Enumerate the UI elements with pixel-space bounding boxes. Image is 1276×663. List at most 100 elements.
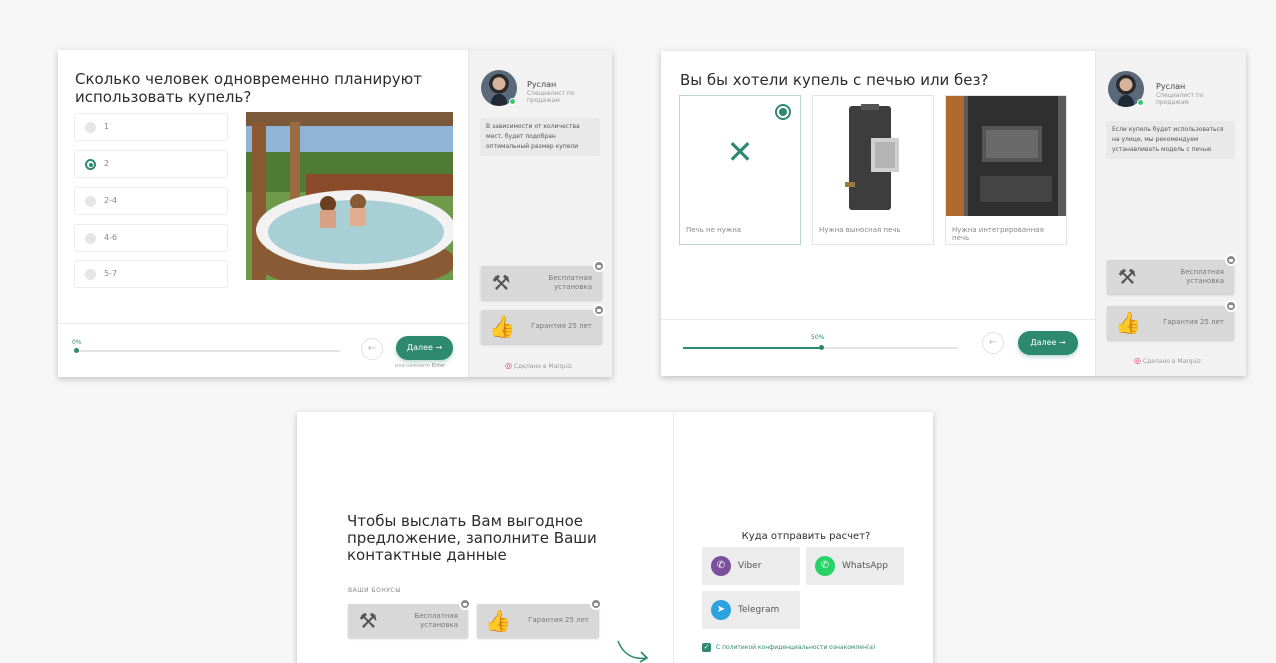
- bonus-warranty: 👍 Гарантия 25 лет: [481, 304, 605, 344]
- online-indicator: [1137, 99, 1144, 106]
- messenger-label: Viber: [738, 561, 762, 571]
- messenger-label: Telegram: [738, 605, 780, 615]
- manager-message: Если купель будет использоваться на улиц…: [1106, 121, 1235, 159]
- option-integrated-stove[interactable]: Нужна интегрированная печь: [945, 95, 1067, 245]
- hint-key: Enter: [431, 363, 446, 369]
- option-1[interactable]: 1: [74, 113, 228, 141]
- radio-button[interactable]: [85, 233, 96, 244]
- tools-icon: ⚒: [358, 609, 378, 633]
- option-label: Печь не нужна: [686, 226, 742, 234]
- bonuses-label: ВАШИ БОНУСЫ: [348, 587, 402, 594]
- made-in-marquiz[interactable]: ◎ Сделано в Marquiz: [505, 361, 572, 370]
- send-title: Куда отправить расчет?: [741, 531, 871, 542]
- option-2[interactable]: 2: [74, 150, 228, 178]
- thumbs-up-icon: 👍: [485, 609, 512, 633]
- next-button[interactable]: Далее →: [1018, 331, 1078, 355]
- progress-knob: [818, 345, 824, 350]
- contact-title: Чтобы выслать Вам выгодное предложение, …: [347, 512, 597, 564]
- lock-icon: [593, 260, 605, 272]
- back-button[interactable]: ←: [982, 332, 1004, 354]
- radio-button-selected[interactable]: [775, 104, 791, 120]
- contact-form-card: Чтобы выслать Вам выгодное предложение, …: [297, 412, 933, 663]
- bonus-free-install: ⚒ Бесплатная установка: [481, 260, 605, 300]
- progress-label: 50%: [811, 334, 825, 341]
- manager-name: Руслан: [1156, 82, 1186, 91]
- option-label: Нужна выносная печь: [819, 226, 901, 234]
- thumbs-up-icon: 👍: [1115, 311, 1142, 335]
- marquiz-logo-icon: ◎: [505, 361, 512, 370]
- question-title: Сколько человек одновременно планируют и…: [75, 70, 423, 106]
- manager-role: Специалист по продажам: [527, 90, 575, 104]
- radio-button-selected[interactable]: [85, 159, 96, 170]
- bonus-warranty: 👍 Гарантия 25 лет: [477, 598, 602, 638]
- thumbs-up-icon: 👍: [489, 315, 516, 339]
- progress-bar: [74, 348, 340, 353]
- option-4-6[interactable]: 4-6: [74, 224, 228, 252]
- viber-button[interactable]: ✆ Viber: [702, 547, 800, 585]
- hot-tub-photo: [246, 112, 453, 280]
- manager-message: В зависимости от количества мест, будет …: [480, 118, 600, 156]
- whatsapp-button[interactable]: ✆ WhatsApp: [806, 547, 904, 585]
- quiz-card-people: Сколько человек одновременно планируют и…: [58, 50, 612, 377]
- footer-divider: [661, 319, 1095, 320]
- online-indicator: [509, 98, 516, 105]
- manager-sidebar: Руслан Специалист по продажам Если купел…: [1095, 51, 1246, 376]
- lock-icon: [593, 304, 605, 316]
- lock-icon: [1225, 254, 1237, 266]
- question-title: Вы бы хотели купель с печью или без?: [680, 71, 989, 89]
- made-in-marquiz[interactable]: ◎ Сделано в Marquiz: [1134, 356, 1201, 365]
- made-in-label: Сделано в Marquiz: [1142, 358, 1202, 365]
- option-label: Нужна интегрированная печь: [952, 226, 1044, 242]
- lock-icon: [590, 598, 602, 610]
- contact-divider: [673, 412, 674, 663]
- telegram-icon: ➤: [711, 600, 731, 620]
- option-external-stove[interactable]: Нужна выносная печь: [812, 95, 934, 245]
- quiz-card-stove: Вы бы хотели купель с печью или без? ✕ П…: [661, 51, 1246, 376]
- option-2-4[interactable]: 2-4: [74, 187, 228, 215]
- telegram-button[interactable]: ➤ Telegram: [702, 591, 800, 629]
- progress-label: 0%: [72, 339, 82, 346]
- option-5-7[interactable]: 5-7: [74, 260, 228, 288]
- option-label: 4-6: [104, 233, 118, 242]
- option-label: 1: [104, 122, 110, 131]
- bonus-warranty: 👍 Гарантия 25 лет: [1107, 300, 1237, 340]
- manager-name: Руслан: [527, 80, 557, 89]
- messenger-label: WhatsApp: [842, 561, 888, 571]
- bonus-label: Гарантия 25 лет: [528, 616, 589, 624]
- back-button[interactable]: ←: [361, 338, 383, 360]
- bonus-label: Бесплатная установка: [414, 612, 458, 629]
- manager-role: Специалист по продажам: [1156, 92, 1204, 106]
- radio-button[interactable]: [85, 196, 96, 207]
- hint-text: или нажмите: [395, 363, 431, 369]
- option-label: 2-4: [104, 196, 118, 205]
- bonus-label: Бесплатная установка: [1180, 268, 1224, 285]
- option-label: 5-7: [104, 269, 118, 278]
- next-button[interactable]: Далее →: [396, 336, 453, 360]
- enter-hint: или нажмите Enter: [395, 363, 445, 369]
- policy-text[interactable]: С политикой конфиденциальности ознакомле…: [716, 644, 875, 651]
- tools-icon: ⚒: [1117, 265, 1137, 289]
- policy-checkbox[interactable]: ✓: [702, 643, 711, 652]
- radio-button[interactable]: [85, 269, 96, 280]
- marquiz-logo-icon: ◎: [1134, 356, 1141, 365]
- progress-bar: [683, 345, 958, 350]
- bonus-free-install: ⚒ Бесплатная установка: [1107, 254, 1237, 294]
- bonus-label: Гарантия 25 лет: [531, 322, 592, 330]
- tools-icon: ⚒: [491, 271, 511, 295]
- viber-icon: ✆: [711, 556, 731, 576]
- progress-fill: [683, 347, 821, 349]
- option-label: 2: [104, 159, 110, 168]
- bonus-free-install: ⚒ Бесплатная установка: [348, 598, 471, 638]
- option-no-stove[interactable]: ✕ Печь не нужна: [679, 95, 801, 245]
- manager-sidebar: Руслан Специалист по продажам В зависимо…: [468, 50, 612, 377]
- whatsapp-icon: ✆: [815, 556, 835, 576]
- bonus-label: Гарантия 25 лет: [1163, 318, 1224, 326]
- lock-icon: [459, 598, 471, 610]
- lock-icon: [1225, 300, 1237, 312]
- bonus-label: Бесплатная установка: [548, 274, 592, 291]
- integrated-stove-image: [946, 96, 1066, 216]
- footer-divider: [58, 323, 468, 324]
- external-stove-image: [821, 98, 927, 216]
- radio-button[interactable]: [85, 122, 96, 133]
- progress-knob: [74, 348, 79, 353]
